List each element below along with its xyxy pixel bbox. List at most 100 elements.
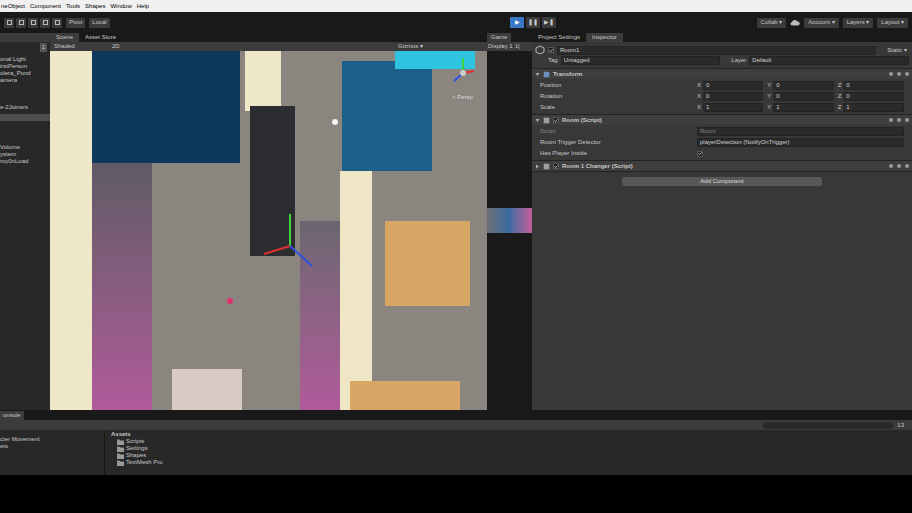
orientation-gizmo-icon[interactable] <box>450 55 476 91</box>
scene-viewport[interactable]: < Persp <box>50 51 487 410</box>
tool-icon[interactable] <box>52 18 62 28</box>
folder-item[interactable]: Settings <box>111 445 906 452</box>
folder-icon <box>117 439 124 445</box>
hierarchy-item[interactable]: Volume <box>0 144 50 151</box>
menu-item[interactable]: Tools <box>66 2 80 11</box>
scene-toolbar-item[interactable]: Gizmos ▾ <box>398 42 423 51</box>
name-field[interactable]: Room1 <box>557 46 876 55</box>
axis-label[interactable]: Y <box>767 81 771 90</box>
tag-dropdown[interactable]: Untagged <box>561 56 721 65</box>
play-control[interactable]: ▶ <box>510 17 524 28</box>
panel-tab[interactable]: onsole <box>0 411 24 420</box>
checkbox[interactable] <box>697 151 703 157</box>
toggle-button[interactable]: Local <box>89 18 109 28</box>
axis-label[interactable]: Z <box>838 81 842 90</box>
hierarchy-item[interactable]: olera_Pond <box>0 70 50 77</box>
panel-tab[interactable]: Project Settings <box>532 33 586 42</box>
toolbar-dropdown[interactable]: Layout ▾ <box>877 18 908 28</box>
layer-dropdown[interactable]: Default <box>749 56 909 65</box>
breadcrumb[interactable]: Assets <box>111 430 906 438</box>
folder-item[interactable]: Scripts <box>111 438 906 445</box>
menu-item[interactable]: Shapes <box>85 2 105 11</box>
checkbox[interactable] <box>548 47 554 53</box>
number-field[interactable]: 0 <box>703 92 763 101</box>
menu-item[interactable]: Window <box>110 2 131 11</box>
favorite-item[interactable]: cter Movement <box>0 436 104 443</box>
folder-item[interactable]: Shapes <box>111 452 906 459</box>
component: Room 1 Changer (Script) <box>532 161 912 172</box>
favorite-item[interactable]: ets <box>0 443 104 450</box>
number-field[interactable]: 0 <box>773 81 833 90</box>
add-component-button[interactable]: Add Component <box>622 177 822 186</box>
persp-label[interactable]: < Persp <box>452 93 473 102</box>
panel-tab[interactable]: Game <box>487 33 511 42</box>
checkbox[interactable] <box>553 117 559 123</box>
static-dropdown[interactable]: Static ▾ <box>879 46 909 55</box>
foldout-icon[interactable] <box>535 164 540 169</box>
move-gizmo-icon[interactable] <box>260 206 320 276</box>
toolbar-dropdown[interactable]: Collab ▾ <box>757 18 787 28</box>
wall <box>245 51 281 111</box>
axis-label[interactable]: X <box>697 81 701 90</box>
number-field[interactable]: 0 <box>843 81 904 90</box>
scale-label[interactable]: 1( <box>515 42 520 51</box>
tool-icon[interactable] <box>16 18 26 28</box>
toolbar-dropdown[interactable]: Account ▾ <box>804 18 838 28</box>
component-header[interactable]: Room (Script) <box>532 115 912 125</box>
axis-label[interactable]: X <box>697 92 701 101</box>
axis-label[interactable]: Z <box>838 92 842 101</box>
axis-label[interactable]: Z <box>838 103 842 112</box>
axis-label[interactable]: X <box>697 103 701 112</box>
checkbox[interactable] <box>553 163 559 169</box>
hierarchy-item[interactable]: amera <box>0 77 50 84</box>
panel-tab[interactable]: Inspector <box>586 33 623 42</box>
crate <box>172 369 242 410</box>
menu-item[interactable]: Help <box>137 2 149 11</box>
folder-icon <box>117 446 124 452</box>
object-field[interactable]: Room <box>697 127 904 136</box>
play-control[interactable]: ❚❚ <box>526 17 540 28</box>
hierarchy-item[interactable]: roy0nLoad <box>0 158 50 165</box>
hierarchy-panel: 1onal LightirstPersonolera_Pondamerae-2J… <box>0 33 50 410</box>
folder-item[interactable]: TextMesh Pro <box>111 459 906 466</box>
number-field[interactable]: 0 <box>703 81 763 90</box>
number-field[interactable]: 1 <box>703 103 763 112</box>
display-dropdown[interactable]: Display 1 <box>488 42 513 51</box>
toolbar-dropdown[interactable]: Layers ▾ <box>843 18 874 28</box>
object-field[interactable]: playerDetection (NotifyOnTrigger) <box>697 138 904 147</box>
hierarchy-item[interactable]: ystem <box>0 151 50 158</box>
component-header[interactable]: Room 1 Changer (Script) <box>532 161 912 171</box>
cloud-icon[interactable] <box>790 19 800 26</box>
hierarchy-item[interactable]: onal Light <box>0 56 50 63</box>
play-control[interactable]: ▶❚ <box>542 17 556 28</box>
foldout-icon[interactable] <box>535 118 540 123</box>
panel-tab[interactable]: Scene <box>50 33 79 42</box>
panel-tab[interactable]: Asset Store <box>79 33 122 42</box>
number-field[interactable]: 1 <box>843 103 904 112</box>
toggle-button[interactable]: Pivot <box>66 18 85 28</box>
axis-label[interactable]: Y <box>767 92 771 101</box>
menu-item[interactable]: neObject <box>1 2 25 11</box>
foldout-icon[interactable] <box>535 72 540 77</box>
light-icon[interactable] <box>330 117 340 127</box>
light-icon[interactable] <box>225 296 235 306</box>
scene-toolbar-item[interactable]: Shaded <box>54 42 104 51</box>
inspector-panel: Project SettingsInspectorRoom1Static ▾Ta… <box>532 33 912 410</box>
block <box>92 51 240 163</box>
hierarchy-item[interactable]: e-2Joiners <box>0 104 50 111</box>
scene-toolbar-item[interactable]: 2D <box>112 42 120 51</box>
game-panel: GameDisplay 11( <box>487 33 532 410</box>
menu-item[interactable]: Component <box>30 2 61 11</box>
number-field[interactable]: 0 <box>843 92 904 101</box>
hierarchy-item[interactable] <box>0 114 50 121</box>
check-icon <box>698 151 702 156</box>
tool-icon[interactable] <box>40 18 50 28</box>
axis-label[interactable]: Y <box>767 103 771 112</box>
tool-icon[interactable] <box>28 18 38 28</box>
number-field[interactable]: 1 <box>773 103 833 112</box>
search-field[interactable] <box>763 422 893 429</box>
hierarchy-item[interactable]: irstPerson <box>0 63 50 70</box>
number-field[interactable]: 0 <box>773 92 833 101</box>
component-header[interactable]: Transform <box>532 69 912 79</box>
tool-icon[interactable] <box>4 18 14 28</box>
